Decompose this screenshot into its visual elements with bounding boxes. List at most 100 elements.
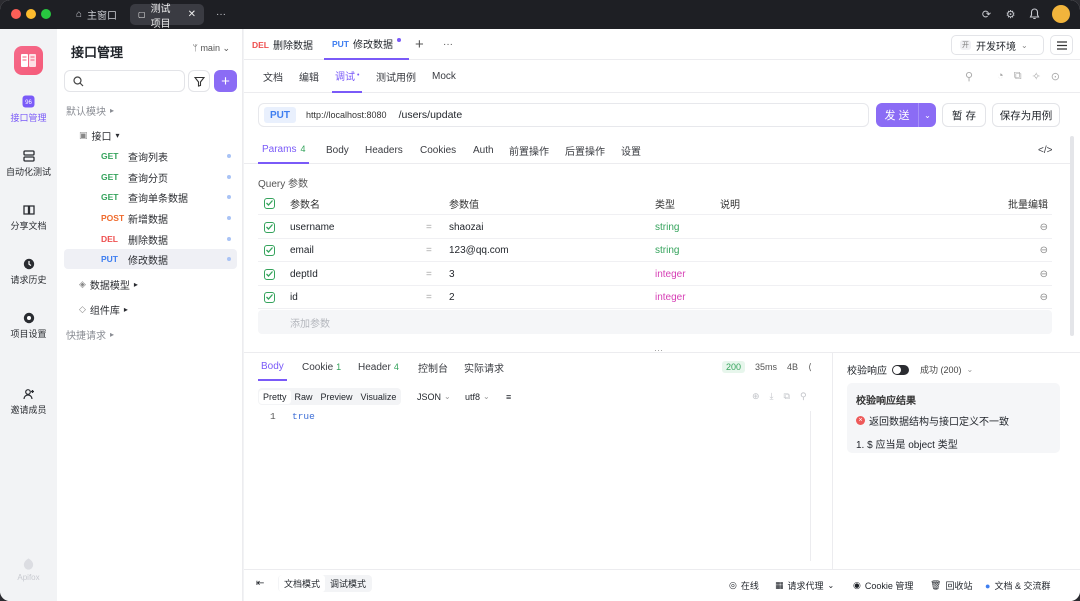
language-select[interactable]: JSON ⌄	[417, 388, 451, 405]
send-dropdown-icon[interactable]: ⌄	[918, 103, 936, 127]
tab-more-button[interactable]: ···	[435, 29, 461, 60]
param-type[interactable]: string	[655, 245, 679, 256]
param-checkbox[interactable]	[264, 221, 275, 233]
chevron-down-icon[interactable]: ⌄	[967, 365, 974, 374]
param-name[interactable]: username	[290, 222, 334, 233]
quick-request[interactable]: 快捷请求 ▸	[64, 324, 237, 344]
sidebar-item-get-list[interactable]: GET 查询列表	[64, 146, 237, 166]
param-checkbox[interactable]	[264, 268, 275, 280]
folder-api[interactable]: ▣ 接口 ▾	[64, 125, 237, 145]
branch-selector[interactable]: ᛘ main ⌄	[193, 43, 230, 54]
param-name[interactable]: deptId	[290, 269, 318, 280]
save-as-case-button[interactable]: 保存为用例	[992, 103, 1060, 127]
format-preview[interactable]: Preview	[317, 390, 357, 404]
project-window-tab[interactable]: ▢ 测试项目 ✕	[130, 4, 204, 30]
share-response-icon[interactable]: ⟨	[808, 362, 812, 373]
refresh-icon[interactable]: ⟳	[980, 8, 993, 21]
sidebar-item-get-single[interactable]: GET 查询单条数据	[64, 187, 237, 207]
copy-icon[interactable]: ⧉	[1014, 70, 1022, 83]
pin-icon[interactable]: ⚲	[965, 70, 973, 83]
maximize-window-button[interactable]	[41, 9, 51, 19]
url-path-input[interactable]: /users/update	[399, 109, 463, 121]
cookie-manager[interactable]: ◉ Cookie 管理	[853, 579, 913, 592]
format-raw[interactable]: Raw	[291, 390, 317, 404]
environment-selector[interactable]: 开 开发环境 ⌄	[951, 35, 1044, 55]
more-tabs-button[interactable]: ···	[208, 4, 234, 25]
params-scrollbar[interactable]	[1070, 136, 1074, 336]
tab-headers[interactable]: Headers	[365, 136, 403, 164]
close-window-button[interactable]	[11, 9, 21, 19]
code-icon[interactable]: </>	[1038, 136, 1052, 164]
param-type[interactable]: integer	[655, 292, 686, 303]
bell-icon[interactable]	[1028, 8, 1041, 21]
tab-mock[interactable]: Mock	[432, 60, 456, 93]
remove-param-icon[interactable]: ⊖	[1040, 245, 1048, 256]
param-value[interactable]: 123@qq.com	[449, 245, 509, 256]
rail-api-management[interactable]: 96 接口管理	[0, 95, 57, 124]
tab-settings[interactable]: 设置	[621, 136, 641, 164]
collapse-sidebar-icon[interactable]: ⇤	[256, 578, 264, 589]
tab-post-script[interactable]: 后置操作	[565, 136, 605, 164]
param-type[interactable]: integer	[655, 269, 686, 280]
param-value[interactable]: 2	[449, 292, 455, 303]
sidebar-item-put-update[interactable]: PUT 修改数据	[64, 249, 237, 269]
rail-invite-members[interactable]: 邀请成员	[0, 387, 57, 416]
share-icon[interactable]: ◔	[997, 70, 1004, 83]
community-link[interactable]: ● 文档 & 交流群	[985, 579, 1050, 592]
settings-circle-icon[interactable]: ⊙	[1051, 70, 1060, 83]
format-pretty[interactable]: Pretty	[259, 389, 291, 404]
doc-mode-button[interactable]: 文档模式	[279, 575, 326, 592]
select-all-checkbox[interactable]	[264, 197, 275, 209]
sidebar-item-delete[interactable]: DEL 删除数据	[64, 229, 237, 249]
param-checkbox[interactable]	[264, 244, 275, 256]
tab-auth[interactable]: Auth	[473, 136, 494, 164]
tab-params[interactable]: Params 4	[258, 136, 310, 164]
param-name[interactable]: id	[290, 292, 298, 303]
home-window-tab[interactable]: ⌂ 主窗口	[68, 4, 125, 25]
rail-project-settings[interactable]: 项目设置	[0, 311, 57, 340]
project-logo[interactable]	[14, 46, 43, 75]
send-button[interactable]: 发 送 ⌄	[876, 103, 936, 127]
rail-automation-test[interactable]: 自动化测试	[0, 149, 57, 178]
rail-share-docs[interactable]: 分享文档	[0, 203, 57, 232]
validation-toggle[interactable]	[892, 364, 909, 375]
tab-pre-script[interactable]: 前置操作	[509, 136, 549, 164]
default-module[interactable]: 默认模块 ▸	[64, 100, 237, 120]
response-tab-cookie[interactable]: Cookie 1	[302, 353, 341, 381]
sidebar-item-post-create[interactable]: POST 新增数据	[64, 208, 237, 228]
filter-button[interactable]	[188, 70, 210, 92]
gear-icon[interactable]: ⚙	[1004, 8, 1017, 21]
sidebar-item-get-page[interactable]: GET 查询分页	[64, 167, 237, 187]
new-tab-button[interactable]: +	[407, 29, 432, 60]
sidebar-search-input[interactable]	[64, 70, 185, 92]
remove-param-icon[interactable]: ⊖	[1040, 292, 1048, 303]
tab-edit[interactable]: 编辑	[299, 60, 319, 93]
response-body[interactable]: true	[292, 411, 315, 422]
wrap-lines-icon[interactable]: ≡	[506, 388, 511, 405]
doc-tab-delete[interactable]: DEL 删除数据	[244, 29, 321, 60]
param-type[interactable]: string	[655, 222, 679, 233]
save-draft-button[interactable]: 暂 存	[942, 103, 986, 127]
format-visualize[interactable]: Visualize	[357, 390, 401, 404]
remove-param-icon[interactable]: ⊖	[1040, 269, 1048, 280]
url-bar[interactable]: PUT http://localhost:8080 /users/update	[258, 103, 869, 127]
copy-icon[interactable]: ⧉	[784, 391, 790, 402]
tab-body[interactable]: Body	[326, 136, 349, 164]
response-tab-body[interactable]: Body	[258, 353, 287, 381]
debug-mode-button[interactable]: 调试模式	[325, 575, 371, 592]
method-select[interactable]: PUT	[264, 107, 296, 123]
magic-icon[interactable]: ✧	[1032, 70, 1041, 83]
user-avatar[interactable]	[1052, 5, 1070, 23]
encoding-select[interactable]: utf8 ⌄	[465, 388, 490, 405]
remove-param-icon[interactable]: ⊖	[1040, 222, 1048, 233]
tab-cookies[interactable]: Cookies	[420, 136, 456, 164]
response-tab-console[interactable]: 控制台	[418, 353, 448, 381]
proxy-menu[interactable]: ▦ 请求代理 ⌄	[775, 579, 834, 592]
add-api-button[interactable]: +	[214, 70, 237, 92]
tab-test-cases[interactable]: 测试用例	[376, 60, 416, 93]
search-icon[interactable]: ⚲	[800, 391, 807, 402]
doc-tab-update[interactable]: PUT 修改数据	[324, 29, 409, 60]
tab-debug[interactable]: 调试 •	[332, 60, 363, 93]
minimize-window-button[interactable]	[26, 9, 36, 19]
param-name[interactable]: email	[290, 245, 314, 256]
